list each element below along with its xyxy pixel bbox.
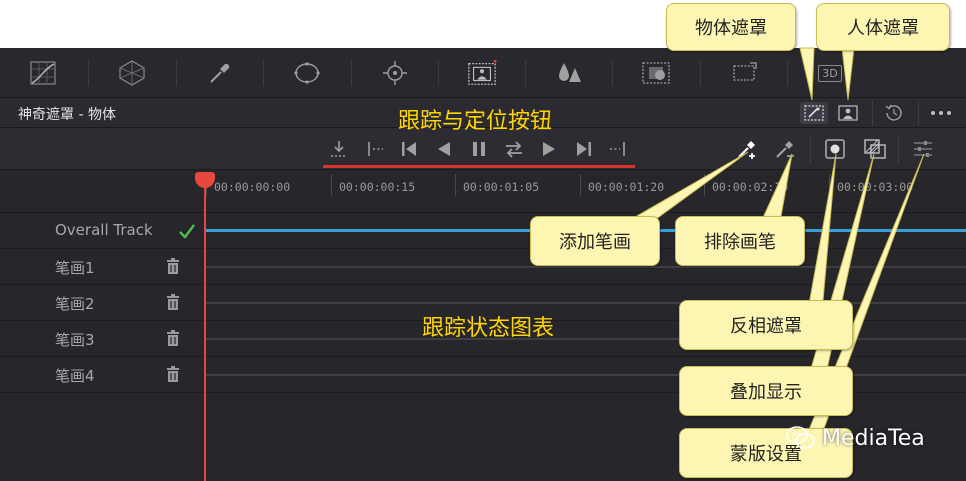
watermark-text: MediaTea <box>822 425 925 451</box>
watermark: MediaTea <box>786 425 925 451</box>
callout-exclude-brush: 排除画笔 <box>675 216 805 266</box>
wechat-icon <box>786 426 815 449</box>
callout-invert-mask: 反相遮罩 <box>679 300 853 350</box>
callout-object-mask: 物体遮罩 <box>666 3 796 51</box>
callout-person-mask: 人体遮罩 <box>816 3 950 51</box>
callout-overlay-display: 叠加显示 <box>679 366 853 416</box>
callout-add-stroke: 添加笔画 <box>530 216 660 266</box>
